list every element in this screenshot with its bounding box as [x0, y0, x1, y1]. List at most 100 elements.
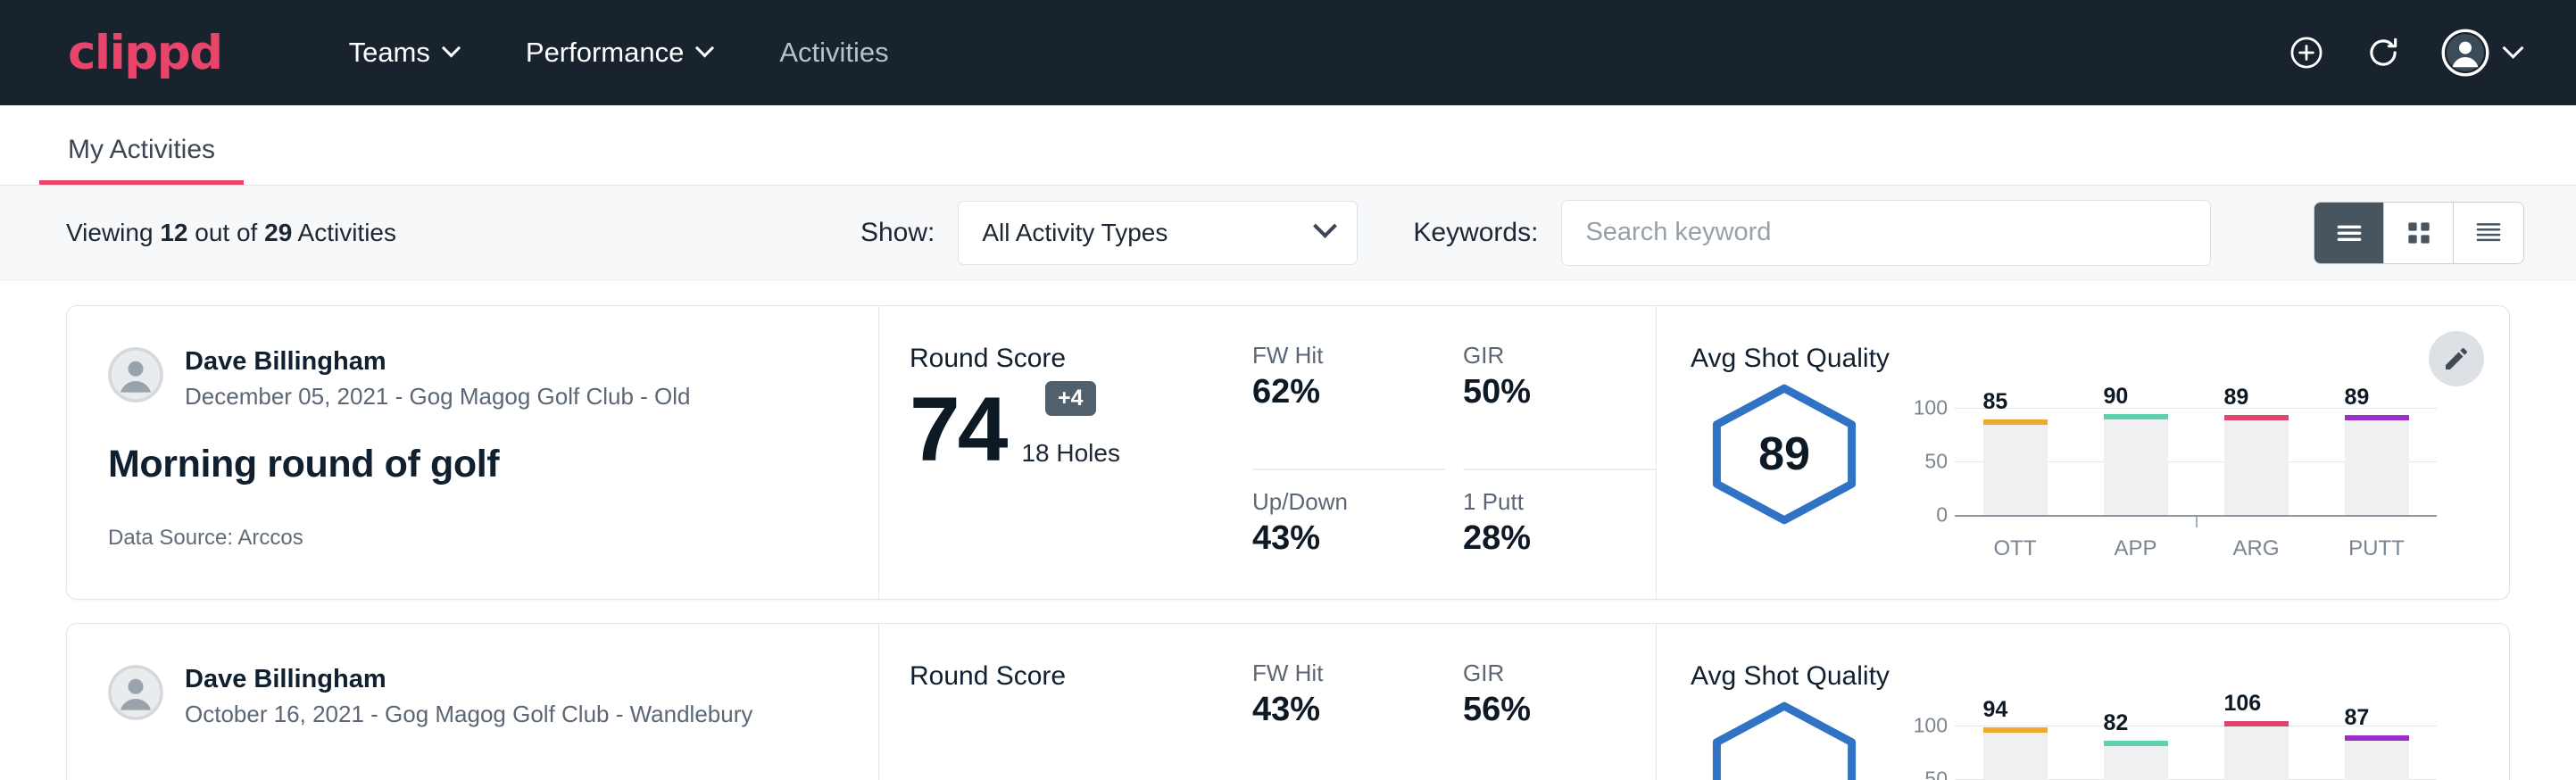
chart-bars: 94 82 106 87 — [1955, 726, 2437, 780]
avg-shot-quality-label: Avg Shot Quality — [1691, 661, 2509, 692]
stat-gir-value: 50% — [1463, 373, 1620, 411]
x-label-arg: ARG — [2224, 536, 2289, 561]
filter-bar: Viewing 12 out of 29 Activities Show: Al… — [0, 186, 2576, 280]
chart-y-axis: 100 50 0 — [1910, 408, 1955, 515]
viewing-summary: Viewing 12 out of 29 Activities — [66, 219, 396, 247]
bar-value-arg: 106 — [2224, 691, 2262, 717]
nav-item-activities[interactable]: Activities — [745, 37, 922, 69]
view-mode-toggle — [2314, 202, 2524, 264]
shot-quality-chart: 100 50 0 85 90 89 89 — [1910, 385, 2509, 515]
top-navigation-bar: clippd Teams Performance Activities — [0, 0, 2576, 105]
person-icon — [108, 347, 163, 402]
chart-y-axis: 100 50 0 — [1910, 726, 1955, 780]
search-input[interactable] — [1561, 200, 2211, 266]
activity-author: Dave Billingham October 16, 2021 - Gog M… — [108, 663, 878, 728]
stat-fw-hit-value: 43% — [1252, 691, 1409, 729]
bar-cap — [2224, 721, 2289, 726]
chevron-down-icon — [1313, 214, 1337, 238]
bar-cap — [1983, 727, 2048, 733]
x-label-putt: PUTT — [2345, 536, 2409, 561]
pencil-icon — [2442, 344, 2471, 373]
bar-slot: 90 — [2104, 408, 2168, 515]
activity-meta: December 05, 2021 - Gog Magog Golf Club … — [185, 383, 691, 411]
stat-up-down-value: 43% — [1252, 519, 1409, 558]
grid-view-button[interactable] — [2384, 203, 2454, 263]
bar-slot: 94 — [1983, 726, 2048, 780]
activity-author: Dave Billingham December 05, 2021 - Gog … — [108, 345, 878, 411]
shot-quality-hexagon — [1691, 701, 1878, 780]
stat-1-putt-value: 28% — [1463, 519, 1620, 558]
avatar — [108, 665, 163, 720]
round-score-label: Round Score — [910, 344, 1236, 374]
shot-quality-body: 89 100 50 0 85 90 — [1691, 378, 2509, 526]
plus-circle-icon[interactable] — [2288, 34, 2325, 71]
chevron-down-icon — [695, 38, 714, 57]
shot-quality-column: Avg Shot Quality 100 50 0 — [1656, 624, 2509, 780]
stats-grid: FW Hit 62% GIR 50% Up/Down 43% 1 Putt 28… — [1236, 306, 1656, 599]
compact-list-view-button[interactable] — [2454, 203, 2523, 263]
bar-value-putt: 87 — [2345, 705, 2370, 731]
bar-value-arg: 89 — [2224, 385, 2249, 411]
y-tick-50: 50 — [1924, 450, 1948, 474]
avg-shot-quality-label: Avg Shot Quality — [1691, 344, 2509, 374]
nav-item-teams[interactable]: Teams — [315, 37, 492, 69]
bar-value-app: 82 — [2104, 710, 2129, 736]
account-menu[interactable] — [2441, 29, 2521, 77]
bar-cap — [1983, 419, 2048, 425]
tab-my-activities[interactable]: My Activities — [39, 135, 244, 185]
app-logo[interactable]: clippd — [68, 29, 222, 77]
activity-info-column: Dave Billingham October 16, 2021 - Gog M… — [67, 624, 879, 780]
bar-slot: 106 — [2224, 726, 2289, 780]
activity-card[interactable]: Dave Billingham October 16, 2021 - Gog M… — [66, 623, 2510, 780]
edit-activity-button[interactable] — [2429, 331, 2484, 386]
viewing-total: 29 — [264, 219, 292, 246]
stat-gir-value: 56% — [1463, 691, 1620, 729]
y-tick-100: 100 — [1914, 714, 1948, 738]
shot-quality-body: 100 50 0 94 82 106 87 — [1691, 695, 2509, 780]
stat-fw-hit: FW Hit 43% — [1252, 660, 1445, 780]
stat-fw-hit: FW Hit 62% — [1252, 342, 1445, 470]
nav-actions — [2288, 29, 2521, 77]
show-label: Show: — [860, 218, 935, 248]
shot-quality-column: Avg Shot Quality 89 100 50 0 — [1656, 306, 2509, 599]
bar-cap — [2104, 741, 2168, 746]
activity-card[interactable]: Dave Billingham December 05, 2021 - Gog … — [66, 305, 2510, 600]
nav-item-performance[interactable]: Performance — [492, 37, 745, 69]
author-name: Dave Billingham — [185, 663, 752, 695]
viewing-suffix: Activities — [298, 219, 396, 246]
nav-item-performance-label: Performance — [526, 37, 684, 69]
bar-cap — [2345, 415, 2409, 420]
stat-1-putt-label: 1 Putt — [1463, 488, 1620, 516]
shot-quality-chart: 100 50 0 94 82 106 87 — [1910, 702, 2509, 780]
activity-type-select[interactable]: All Activity Types — [958, 201, 1358, 265]
round-score-label: Round Score — [910, 661, 1236, 692]
activity-info-column: Dave Billingham December 05, 2021 - Gog … — [67, 306, 879, 599]
stat-gir-label: GIR — [1463, 660, 1620, 687]
bar-slot: 89 — [2345, 408, 2409, 515]
bar-cap — [2224, 415, 2289, 420]
round-score-column: Round Score — [879, 624, 1236, 780]
stat-up-down-label: Up/Down — [1252, 488, 1409, 516]
shot-quality-hexagon: 89 — [1691, 383, 1878, 526]
list-view-button[interactable] — [2314, 203, 2384, 263]
x-label-app: APP — [2104, 536, 2168, 561]
stat-1-putt: 1 Putt 28% — [1463, 470, 1656, 599]
person-icon — [108, 665, 163, 720]
activity-data-source: Data Source: Arccos — [108, 526, 878, 551]
round-score-value-row: 74 +4 18 Holes — [910, 386, 1236, 473]
filter-controls: Show: All Activity Types Keywords: — [860, 200, 2211, 266]
bar-value-ott: 94 — [1983, 697, 2008, 723]
stats-grid: FW Hit 43% GIR 56% — [1236, 624, 1656, 780]
stat-up-down: Up/Down 43% — [1252, 470, 1445, 599]
compact-list-view-icon — [2471, 215, 2506, 251]
account-avatar-icon — [2441, 29, 2489, 77]
shot-quality-value: 89 — [1691, 383, 1878, 526]
stat-fw-hit-value: 62% — [1252, 373, 1409, 411]
y-tick-100: 100 — [1914, 396, 1948, 420]
chevron-down-icon — [2502, 37, 2523, 58]
refresh-icon[interactable] — [2364, 34, 2402, 71]
stat-gir: GIR 56% — [1463, 660, 1656, 780]
nav-item-teams-label: Teams — [349, 37, 430, 69]
holes-played: 18 Holes — [1021, 439, 1120, 468]
bar-cap — [2104, 414, 2168, 419]
